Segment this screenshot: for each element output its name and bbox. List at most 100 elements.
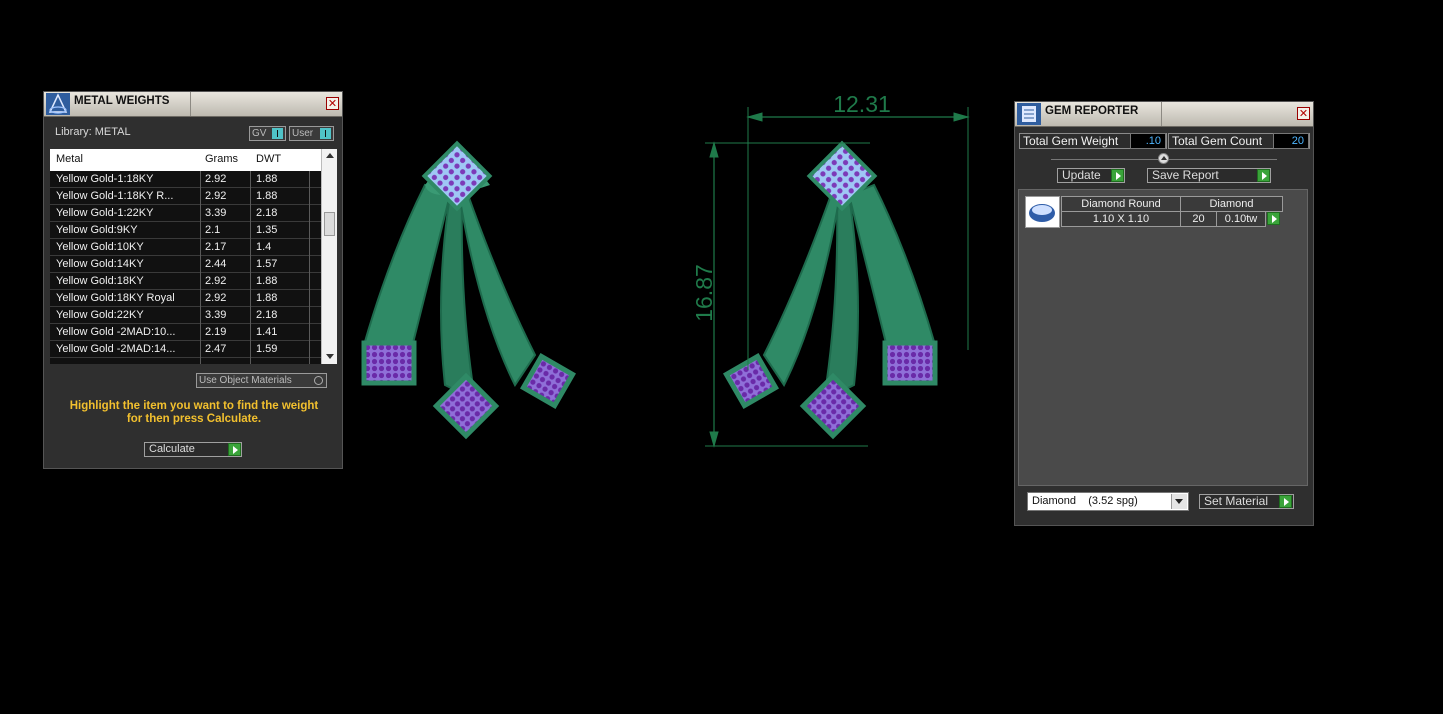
gem-weight: 0.10tw [1216, 211, 1266, 227]
metal-dwt: 1.41 [256, 326, 278, 338]
metal-grams: 2.92 [205, 190, 227, 202]
table-row[interactable]: Yellow Gold:10KY 2.17 1.4 [50, 239, 321, 256]
gv-toggle[interactable]: GV [249, 126, 286, 141]
hint-text: Highlight the item you want to find the … [44, 400, 344, 426]
save-report-button[interactable]: Save Report [1147, 168, 1271, 183]
metal-grams: 2.19 [205, 326, 227, 338]
table-row[interactable]: Yellow Gold:18KY 2.92 1.88 [50, 273, 321, 290]
dimension-height-label: 16.87 [691, 264, 717, 322]
table-row[interactable]: Yellow Gold-1:18KY 2.92 1.88 [50, 171, 321, 188]
metal-dwt: 1.88 [256, 275, 278, 287]
metal-dwt: 1.88 [256, 173, 278, 185]
set-material-go-icon[interactable] [1279, 495, 1292, 508]
gem-material: Diamond [1180, 196, 1283, 212]
metal-grams: 2.17 [205, 241, 227, 253]
gem-cluster-left [361, 340, 417, 386]
gem-size: 1.10 X 1.10 [1061, 211, 1181, 227]
column-divider [309, 171, 310, 364]
toggle-knob [320, 128, 331, 139]
metal-grams: 2.92 [205, 173, 227, 185]
titlebar-divider [190, 92, 191, 116]
metal-name: Yellow Gold:9KY [56, 224, 138, 236]
toggle-knob [272, 128, 283, 139]
metal-dwt: 1.4 [256, 241, 272, 253]
column-header-metal[interactable]: Metal [56, 153, 83, 165]
gem-list: Diamond Round Diamond 1.10 X 1.10 20 0.1… [1018, 189, 1308, 486]
titlebar-divider [1161, 102, 1162, 126]
table-row[interactable]: Yellow Gold:22KY 3.39 2.18 [50, 307, 321, 324]
table-row[interactable]: Yellow Gold:9KY 2.1 1.35 [50, 222, 321, 239]
metal-name: Yellow Gold:18KY Royal [56, 292, 175, 304]
metal-name: Yellow Gold -2MAD:10... [56, 326, 176, 338]
collapse-icon[interactable] [1158, 153, 1169, 164]
metal-dwt: 1.59 [256, 343, 278, 355]
gem-thumbnail [1025, 196, 1060, 228]
scroll-up-arrow[interactable] [326, 153, 334, 158]
gem-reporter-app-icon [1017, 103, 1041, 125]
metal-dwt: 1.88 [256, 190, 278, 202]
material-select[interactable]: Diamond (3.52 spg) [1027, 492, 1189, 511]
set-material-label: Set Material [1204, 494, 1269, 508]
gem-count: 20 [1180, 211, 1217, 227]
table-row[interactable]: Yellow Gold:14KY 2.44 1.57 [50, 256, 321, 273]
metal-weights-title: METAL WEIGHTS [74, 95, 170, 107]
update-go-icon[interactable] [1111, 169, 1124, 182]
total-gem-weight-value: .10 [1130, 133, 1166, 149]
calculate-label: Calculate [149, 443, 195, 455]
metal-grams: 2.47 [205, 343, 227, 355]
table-row[interactable]: Yellow Gold:18KY Royal 2.92 1.88 [50, 290, 321, 307]
scroll-thumb[interactable] [324, 212, 335, 236]
earring-left-render [361, 140, 577, 440]
metal-grams: 2.1 [205, 224, 221, 236]
metal-dwt: 2.18 [256, 207, 278, 219]
save-report-go-icon[interactable] [1257, 169, 1270, 182]
metal-name: Yellow Gold-1:18KY [56, 173, 154, 185]
gem-row[interactable]: Diamond Round Diamond 1.10 X 1.10 20 0.1… [1025, 196, 1285, 229]
metal-grams: 2.44 [205, 258, 227, 270]
table-row[interactable]: Yellow Gold -2MAD:10... 2.19 1.41 [50, 324, 321, 341]
use-object-materials-toggle[interactable]: Use Object Materials [196, 373, 327, 388]
metal-table-header: Metal Grams DWT [50, 149, 337, 171]
user-toggle[interactable]: User [289, 126, 334, 141]
column-divider [200, 171, 201, 364]
chevron-down-icon[interactable] [1171, 494, 1187, 509]
metal-name: Yellow Gold -2MAD:14... [56, 343, 176, 355]
metal-grams: 3.39 [205, 207, 227, 219]
table-row[interactable]: Yellow Gold-1:18KY R... 2.92 1.88 [50, 188, 321, 205]
metal-name: Yellow Gold-1:18KY R... [56, 190, 174, 202]
metal-dwt: 2.18 [256, 309, 278, 321]
gem-cluster-right [519, 352, 577, 410]
metal-weights-titlebar[interactable]: METAL WEIGHTS ✕ [44, 92, 342, 117]
radio-indicator [314, 376, 323, 385]
close-icon[interactable]: ✕ [326, 97, 339, 110]
gv-toggle-label: GV [252, 128, 267, 139]
column-header-dwt[interactable]: DWT [256, 153, 281, 165]
3d-viewport[interactable]: 12.31 16.87 [350, 85, 1000, 465]
metal-grams: 3.39 [205, 309, 227, 321]
column-divider [250, 171, 251, 364]
table-row[interactable]: Yellow Gold -2MAD:14... 2.47 1.59 [50, 341, 321, 358]
metal-table-scrollbar[interactable] [321, 149, 337, 364]
scroll-down-arrow[interactable] [326, 354, 334, 359]
column-header-grams[interactable]: Grams [205, 153, 238, 165]
close-icon[interactable]: ✕ [1297, 107, 1310, 120]
dimension-width-label: 12.31 [833, 91, 891, 117]
update-label: Update [1062, 168, 1101, 182]
user-toggle-label: User [292, 128, 314, 139]
metal-name: Yellow Gold:22KY [56, 309, 144, 321]
metal-dwt: 1.57 [256, 258, 278, 270]
metal-name: Yellow Gold:14KY [56, 258, 144, 270]
calculate-go-icon[interactable] [228, 443, 241, 456]
table-row[interactable]: Yellow Gold-1:22KY 3.39 2.18 [50, 205, 321, 222]
metal-weights-panel: METAL WEIGHTS ✕ Library: METAL GV User M… [43, 91, 343, 469]
save-report-label: Save Report [1152, 168, 1219, 182]
metal-name: Yellow Gold-1:22KY [56, 207, 154, 219]
total-gem-count-value: 20 [1273, 133, 1309, 149]
gem-reporter-title: GEM REPORTER [1045, 105, 1139, 117]
metal-name: Yellow Gold:18KY [56, 275, 144, 287]
gem-reporter-titlebar[interactable]: GEM REPORTER ✕ [1015, 102, 1313, 127]
gem-reporter-panel: GEM REPORTER ✕ Total Gem Weight .10 Tota… [1014, 101, 1314, 526]
gem-row-go-icon[interactable] [1267, 212, 1280, 225]
metal-dwt: 1.88 [256, 292, 278, 304]
material-select-value: Diamond (3.52 spg) [1032, 495, 1138, 507]
